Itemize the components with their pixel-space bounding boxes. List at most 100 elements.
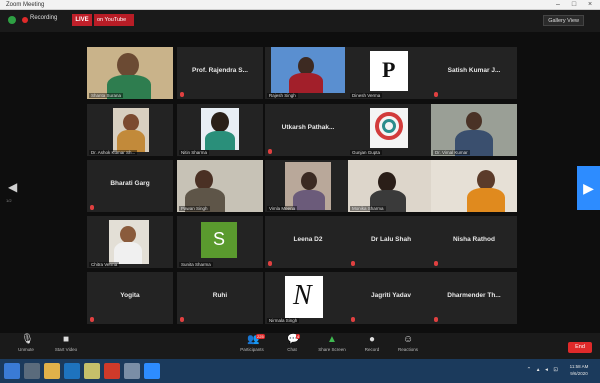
participant-name-label: Nitin Sharma bbox=[179, 150, 210, 155]
participant-tile[interactable]: Satish Kumar J... bbox=[431, 47, 517, 99]
microphone-icon: 🎙 bbox=[21, 334, 34, 345]
chat-button[interactable]: 💬 4 Chat bbox=[272, 334, 312, 352]
windows-start-icon[interactable] bbox=[4, 363, 20, 379]
meeting-info-icon[interactable] bbox=[8, 16, 16, 24]
video-camera-icon: ■ bbox=[62, 334, 70, 345]
chat-badge: 4 bbox=[296, 334, 301, 339]
participant-name: Satish Kumar J... bbox=[447, 67, 501, 74]
previous-page-arrow-icon[interactable]: ◀ bbox=[8, 180, 18, 194]
participant-name: Nisha Rathod bbox=[453, 236, 495, 243]
windows-taskbar: ⌃ ▴ ◂ ⊡ 11:58 AM 9/6/2020 bbox=[0, 359, 600, 383]
participant-name: Dr Lalu Shah bbox=[370, 236, 412, 243]
page-indicator: 1/2 bbox=[6, 198, 12, 203]
participant-name-label: Sunita Sharma bbox=[179, 262, 213, 267]
participant-tile[interactable]: N Nirmala Singh bbox=[265, 272, 351, 324]
participant-name-label: Dr. Ashok Kumar Sh... bbox=[89, 150, 138, 155]
record-icon: ● bbox=[368, 334, 376, 345]
share-screen-button[interactable]: ▲ Share Screen bbox=[312, 335, 352, 353]
participant-tile[interactable]: Nisha Rathod bbox=[431, 216, 517, 268]
folder-icon[interactable] bbox=[84, 363, 100, 379]
participant-name-label: Shanta Surana bbox=[89, 93, 124, 98]
participant-tile[interactable]: Gunjan Gupta bbox=[348, 104, 434, 156]
unmute-button[interactable]: 🎙 Unmute bbox=[6, 334, 46, 353]
participant-tile[interactable]: Chitra Verma bbox=[87, 216, 173, 268]
close-icon[interactable]: × bbox=[582, 0, 598, 10]
participant-name: Ruhi bbox=[212, 292, 228, 299]
participant-tile[interactable]: Ruhi bbox=[177, 272, 263, 324]
window-title-bar: Zoom Meeting – □ × bbox=[0, 0, 600, 10]
participants-button[interactable]: 👥 225 Participants bbox=[232, 334, 272, 352]
muted-mic-icon bbox=[268, 261, 272, 266]
participant-tile[interactable]: Shanta Surana bbox=[87, 47, 173, 99]
zoom-app-icon[interactable] bbox=[144, 363, 160, 379]
meeting-toolbar: 🎙 Unmute ■ Start Video 👥 225 Participant… bbox=[0, 333, 600, 359]
participant-tile[interactable]: P Dinesh Verma bbox=[348, 47, 434, 99]
reactions-icon: ☺ bbox=[403, 334, 414, 345]
recording-label[interactable]: Recording bbox=[30, 15, 57, 21]
internet-explorer-icon[interactable] bbox=[64, 363, 80, 379]
participant-tile[interactable]: Dr. Vimal Kumar bbox=[431, 104, 517, 156]
logo-p-icon: P bbox=[370, 51, 408, 91]
participant-name-label: Vimla Meena bbox=[267, 206, 298, 211]
chrome-icon[interactable] bbox=[104, 363, 120, 379]
participant-tile[interactable]: Leena D2 bbox=[265, 216, 351, 268]
muted-mic-icon bbox=[434, 92, 438, 97]
zoom-meeting-window: Zoom Meeting – □ × Recording LIVE on You… bbox=[0, 0, 600, 383]
muted-mic-icon bbox=[180, 92, 184, 97]
next-page-arrow-icon[interactable]: ▶ bbox=[577, 166, 600, 210]
muted-mic-icon bbox=[90, 317, 94, 322]
start-video-button[interactable]: ■ Start Video bbox=[46, 334, 86, 353]
minimize-icon[interactable]: – bbox=[550, 0, 566, 10]
participant-name-label: Gunjan Gupta bbox=[350, 150, 383, 155]
participant-tile[interactable]: Utkarsh Pathak... bbox=[265, 104, 351, 156]
maximize-icon[interactable]: □ bbox=[566, 0, 582, 10]
participant-tile[interactable]: Dharmender Th... bbox=[431, 272, 517, 324]
participant-tile[interactable]: Dr. Ashok Kumar Sh... bbox=[87, 104, 173, 156]
live-badge[interactable]: LIVE bbox=[72, 14, 92, 26]
logo-circle-icon bbox=[370, 108, 408, 148]
participant-name-label: Dinesh Verma bbox=[350, 93, 383, 98]
avatar-s-icon: S bbox=[201, 222, 237, 258]
participant-tile[interactable]: Monika Sharma bbox=[348, 160, 434, 212]
participant-name-label: Nirmala Singh bbox=[267, 318, 300, 323]
end-meeting-button[interactable]: End bbox=[568, 342, 592, 353]
participant-tile[interactable]: Prof. Rajendra S... bbox=[177, 47, 263, 99]
muted-mic-icon bbox=[351, 261, 355, 266]
participant-name: Jagriti Yadav bbox=[371, 292, 411, 299]
task-view-icon[interactable] bbox=[24, 363, 40, 379]
system-tray-icons[interactable]: ⌃ ▴ ◂ ⊡ bbox=[527, 367, 560, 373]
participant-tile[interactable] bbox=[431, 160, 517, 212]
gallery-view-button[interactable]: Gallery View bbox=[543, 15, 584, 26]
participant-tile[interactable]: Dr Lalu Shah bbox=[348, 216, 434, 268]
participant-tile[interactable]: S Sunita Sharma bbox=[177, 216, 263, 268]
muted-mic-icon bbox=[180, 317, 184, 322]
stream-destination[interactable]: on YouTube bbox=[94, 14, 134, 26]
recording-dot-icon bbox=[22, 17, 28, 23]
taskbar-clock[interactable]: 11:58 AM 9/6/2020 bbox=[564, 363, 594, 377]
participant-tile[interactable]: Rajesh Singh bbox=[265, 47, 351, 99]
participant-name: Bharati Garg bbox=[110, 180, 150, 187]
file-explorer-icon[interactable] bbox=[44, 363, 60, 379]
participant-name-label: Chitra Verma bbox=[89, 262, 120, 267]
participant-name: Leena D2 bbox=[293, 236, 323, 243]
participant-tile[interactable]: Vimla Meena bbox=[265, 160, 351, 212]
meeting-top-bar: Recording LIVE on YouTube Gallery View bbox=[0, 10, 600, 32]
participant-tile[interactable]: Yogita bbox=[87, 272, 173, 324]
participant-tile[interactable]: Jagriti Yadav bbox=[348, 272, 434, 324]
participant-name: Yogita bbox=[120, 292, 140, 299]
app-icon[interactable] bbox=[124, 363, 140, 379]
record-button[interactable]: ● Record bbox=[352, 334, 392, 353]
reactions-button[interactable]: ☺ Reactions bbox=[388, 334, 428, 353]
muted-mic-icon bbox=[268, 149, 272, 154]
participant-name-label: Rajesh Singh bbox=[267, 93, 298, 98]
participant-tile[interactable]: Bharati Garg bbox=[87, 160, 173, 212]
muted-mic-icon bbox=[351, 317, 355, 322]
participant-tile[interactable]: Nitin Sharma bbox=[177, 104, 263, 156]
participant-name-label: Pawan Singh bbox=[179, 206, 210, 211]
participants-count: 225 bbox=[256, 334, 265, 339]
participant-name: Utkarsh Pathak... bbox=[281, 124, 335, 131]
muted-mic-icon bbox=[90, 205, 94, 210]
participant-name: Prof. Rajendra S... bbox=[192, 67, 248, 74]
muted-mic-icon bbox=[434, 261, 438, 266]
participant-tile[interactable]: Pawan Singh bbox=[177, 160, 263, 212]
